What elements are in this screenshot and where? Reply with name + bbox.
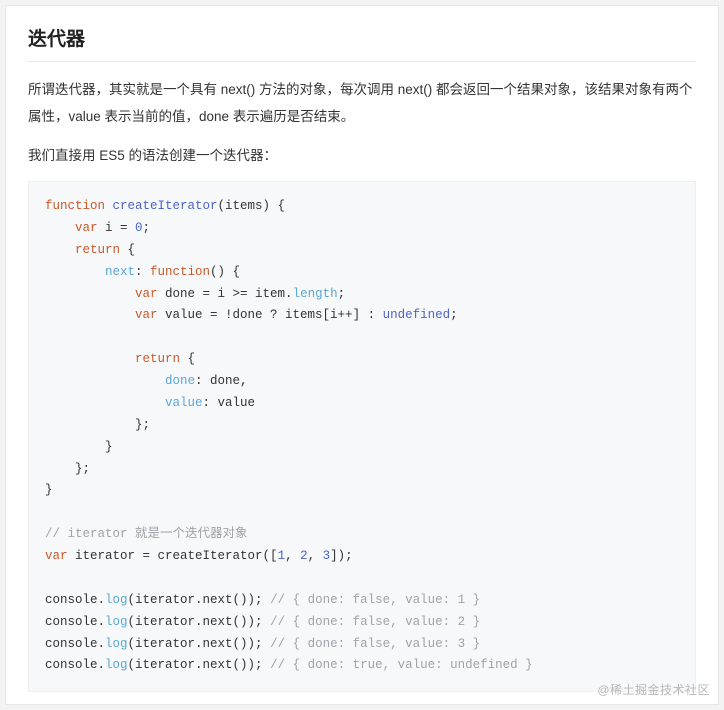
code-token: (iterator.next()); [128,593,271,607]
code-token: log [105,593,128,607]
code-token: (items) { [218,199,286,213]
code-token: ; [338,287,346,301]
code-token: { [120,243,135,257]
code-token: ]); [330,549,353,563]
code-token: 2 [300,549,308,563]
code-token: // { done: false, value: 2 } [270,615,480,629]
code-token: 0 [135,221,143,235]
code-token: : done, [195,374,248,388]
code-token: , [308,549,323,563]
code-token: iterator = createIterator([ [68,549,278,563]
code-token: function [150,265,210,279]
code-token: log [105,637,128,651]
code-token: }; [45,462,90,476]
code-token: ; [143,221,151,235]
code-block: function createIterator(items) { var i =… [28,181,696,692]
code-token: i = [98,221,136,235]
code-token: 3 [323,549,331,563]
code-token: return [45,243,120,257]
code-token: console. [45,637,105,651]
code-token: function [45,199,105,213]
code-token: ; [450,308,458,322]
code-token: return [45,352,180,366]
paragraph-intro-2: 我们直接用 ES5 的语法创建一个迭代器： [28,142,696,169]
code-token: // { done: false, value: 1 } [270,593,480,607]
code-token: : [135,265,150,279]
code-token: createIterator [105,199,218,213]
code-token: (iterator.next()); [128,637,271,651]
code-token: done [45,374,195,388]
code-token: var [45,549,68,563]
code-token: log [105,615,128,629]
article-card: 迭代器 所谓迭代器，其实就是一个具有 next() 方法的对象，每次调用 nex… [5,5,719,705]
code-token: log [105,658,128,672]
code-token: console. [45,615,105,629]
watermark-text: @稀土掘金技术社区 [597,681,710,698]
code-token: length [293,287,338,301]
code-token: (iterator.next()); [128,658,271,672]
code-token: var [45,287,158,301]
code-token: } [45,483,53,497]
code-token: undefined [383,308,451,322]
code-token: , [285,549,300,563]
code-token: () { [210,265,240,279]
code-token: next [45,265,135,279]
code-token: }; [45,418,150,432]
code-token: // { done: false, value: 3 } [270,637,480,651]
code-token: done = i >= item. [158,287,293,301]
code-token: 1 [278,549,286,563]
code-token: : value [203,396,256,410]
code-token: value = !done ? items[i++] : [158,308,383,322]
code-token: var [45,221,98,235]
code-token: value [45,396,203,410]
code-token: var [45,308,158,322]
code-token: { [180,352,195,366]
code-token: (iterator.next()); [128,615,271,629]
code-token: // { done: true, value: undefined } [270,658,533,672]
code-token: // iterator 就是一个迭代器对象 [45,527,248,541]
code-token: console. [45,593,105,607]
heading-iterator: 迭代器 [28,24,696,62]
paragraph-intro-1: 所谓迭代器，其实就是一个具有 next() 方法的对象，每次调用 next() … [28,76,696,130]
code-token: } [45,440,113,454]
code-token: console. [45,658,105,672]
